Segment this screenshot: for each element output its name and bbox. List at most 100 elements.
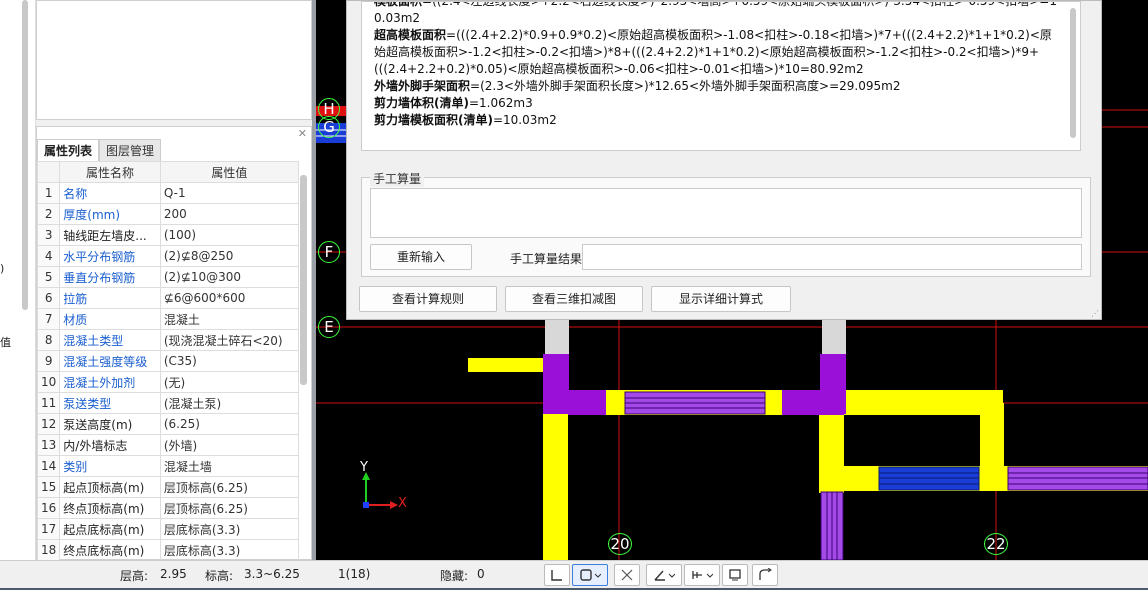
property-value[interactable]: 混凝土 bbox=[159, 308, 300, 330]
property-value[interactable]: 层顶标高(6.25) bbox=[159, 476, 300, 498]
property-name: 垂直分布钢筋 bbox=[59, 266, 161, 288]
property-scrollbar[interactable] bbox=[300, 175, 307, 385]
property-value[interactable]: 层顶标高(6.25) bbox=[159, 497, 300, 519]
property-name: 名称 bbox=[59, 182, 161, 204]
row-number: 16 bbox=[36, 497, 61, 519]
view-calc-rules-button[interactable]: 查看计算规则 bbox=[359, 286, 497, 312]
manual-calc-group: 手工算量 重新输入 手工算量结果= bbox=[361, 170, 1091, 277]
selection-count: 1(18) bbox=[338, 567, 371, 581]
calc-line-label: 剪力墙体积(清单) bbox=[374, 96, 469, 110]
property-value[interactable]: ⊈6@600*600 bbox=[159, 287, 300, 309]
property-value[interactable]: Q-1 bbox=[159, 182, 300, 204]
calc-line-text: =((2.4<左边线长度>+2.2<右边线长度>)*2.95<墙高>+0.59<… bbox=[374, 1, 1057, 25]
table-row[interactable]: 18 终点底标高(m) 层底标高(3.3) bbox=[36, 539, 300, 561]
property-value[interactable]: (2)⊈8@250 bbox=[159, 245, 300, 267]
dimension-icon[interactable] bbox=[684, 564, 720, 586]
manual-calc-title: 手工算量 bbox=[370, 170, 425, 187]
table-row[interactable]: 11 泵送类型 (混凝土泵) bbox=[36, 392, 300, 414]
table-row[interactable]: 9 混凝土强度等级 (C35) bbox=[36, 350, 300, 372]
property-value[interactable]: 层底标高(3.3) bbox=[159, 539, 300, 561]
angle-icon[interactable] bbox=[646, 564, 682, 586]
table-row[interactable]: 17 起点底标高(m) 层底标高(3.3) bbox=[36, 518, 300, 540]
tab-property-list[interactable]: 属性列表 bbox=[37, 139, 100, 161]
reenter-button[interactable]: 重新输入 bbox=[370, 244, 472, 270]
row-number: 4 bbox=[36, 245, 61, 267]
resize-grip-icon[interactable]: ⋰ bbox=[1091, 309, 1099, 318]
status-bar: 层高: 2.95 标高: 3.3~6.25 1(18) 隐藏: 0 bbox=[0, 560, 1148, 590]
property-name: 混凝土类型 bbox=[59, 329, 161, 351]
table-row[interactable]: 16 终点顶标高(m) 层顶标高(6.25) bbox=[36, 497, 300, 519]
property-value[interactable]: (无) bbox=[159, 371, 300, 393]
table-row[interactable]: 5 垂直分布钢筋 (2)⊈10@300 bbox=[36, 266, 300, 288]
property-value[interactable]: (外墙) bbox=[159, 434, 300, 456]
row-number: 6 bbox=[36, 287, 61, 309]
property-name: 泵送类型 bbox=[59, 392, 161, 414]
orthogonal-icon[interactable] bbox=[544, 564, 570, 586]
property-value[interactable]: 层底标高(3.3) bbox=[159, 518, 300, 540]
table-row[interactable]: 14 类别 混凝土墙 bbox=[36, 455, 300, 477]
property-value[interactable]: (2)⊈10@300 bbox=[159, 266, 300, 288]
manual-calc-input[interactable] bbox=[370, 188, 1082, 238]
property-value[interactable]: 200 bbox=[159, 203, 300, 225]
arc-icon[interactable] bbox=[752, 564, 778, 586]
display-icon[interactable] bbox=[722, 564, 748, 586]
table-row[interactable]: 4 水平分布钢筋 (2)⊈8@250 bbox=[36, 245, 300, 267]
property-value[interactable]: (混凝土泵) bbox=[159, 392, 300, 414]
property-value[interactable]: (C35) bbox=[159, 350, 300, 372]
table-row[interactable]: 15 起点顶标高(m) 层顶标高(6.25) bbox=[36, 476, 300, 498]
header-name: 属性名称 bbox=[59, 161, 161, 183]
calc-line-text: =(2.3<外墙外脚手架面积长度>)*12.65<外墙外脚手架面积高度>=29.… bbox=[470, 79, 901, 93]
cross-icon[interactable] bbox=[614, 564, 640, 586]
calc-line-label: 超高模板面积 bbox=[374, 28, 447, 42]
row-number: 8 bbox=[36, 329, 61, 351]
table-row[interactable]: 12 泵送高度(m) (6.25) bbox=[36, 413, 300, 435]
row-number: 12 bbox=[36, 413, 61, 435]
calc-scrollbar[interactable] bbox=[1070, 8, 1076, 138]
calculation-dialog: 模板面积=((2.4<左边线长度>+2.2<右边线长度>)*2.95<墙高>+0… bbox=[346, 0, 1102, 320]
table-row[interactable]: 6 拉筋 ⊈6@600*600 bbox=[36, 287, 300, 309]
property-value[interactable]: (6.25) bbox=[159, 413, 300, 435]
hidden-value: 0 bbox=[477, 567, 485, 581]
hidden-label: 隐藏: bbox=[440, 569, 469, 583]
tab-layer-management[interactable]: 图层管理 bbox=[99, 139, 162, 161]
calc-line: 模板面积=((2.4<左边线长度>+2.2<右边线长度>)*2.95<墙高>+0… bbox=[374, 1, 1058, 27]
snap-icon[interactable] bbox=[572, 564, 608, 586]
row-number: 11 bbox=[36, 392, 61, 414]
property-value[interactable]: (100) bbox=[159, 224, 300, 246]
property-name: 内/外墙标志 bbox=[59, 434, 161, 456]
calc-line-text: =1.062m3 bbox=[468, 96, 533, 110]
property-name: 水平分布钢筋 bbox=[59, 245, 161, 267]
calc-line-text: =10.03m2 bbox=[492, 113, 557, 127]
calc-line: 超高模板面积=(((2.4+2.2)*0.9+0.9*0.2)<原始超高模板面积… bbox=[374, 27, 1058, 78]
property-tabs: 属性列表 图层管理 bbox=[37, 139, 162, 161]
axis-marker-f: F bbox=[318, 241, 340, 263]
table-row[interactable]: 10 混凝土外加剂 (无) bbox=[36, 371, 300, 393]
property-name: 类别 bbox=[59, 455, 161, 477]
view-3d-deduction-button[interactable]: 查看三维扣减图 bbox=[505, 286, 643, 312]
row-number: 14 bbox=[36, 455, 61, 477]
property-table: 属性名称 属性值 1 名称 Q-1 2 厚度(mm) 200 3 轴线距左墙皮... (100)… bbox=[36, 161, 300, 561]
table-row[interactable]: 7 材质 混凝土 bbox=[36, 308, 300, 330]
calc-line: 剪力墙体积(清单)=1.062m3 bbox=[374, 95, 1058, 112]
table-row[interactable]: 1 名称 Q-1 bbox=[36, 182, 300, 204]
manual-result-field[interactable] bbox=[582, 244, 1082, 270]
table-row[interactable]: 2 厚度(mm) 200 bbox=[36, 203, 300, 225]
elevation-label: 标高: bbox=[205, 569, 234, 583]
property-value[interactable]: (现浇混凝土碎石<20) bbox=[159, 329, 300, 351]
left-strip-scrollbar[interactable] bbox=[22, 0, 28, 310]
axis-marker-e: E bbox=[318, 316, 340, 338]
close-icon[interactable]: ✕ bbox=[298, 127, 307, 140]
y-axis-label: Y bbox=[360, 460, 368, 475]
table-row[interactable]: 8 混凝土类型 (现浇混凝土碎石<20) bbox=[36, 329, 300, 351]
property-value[interactable]: 混凝土墙 bbox=[159, 455, 300, 477]
row-number: 5 bbox=[36, 266, 61, 288]
property-name: 材质 bbox=[59, 308, 161, 330]
calc-lines: 模板面积=((2.4<左边线长度>+2.2<右边线长度>)*2.95<墙高>+0… bbox=[374, 1, 1058, 129]
property-name: 终点底标高(m) bbox=[59, 539, 161, 561]
calc-line: 剪力墙模板面积(清单)=10.03m2 bbox=[374, 112, 1058, 129]
show-detailed-formula-button[interactable]: 显示详细计算式 bbox=[651, 286, 791, 312]
table-row[interactable]: 13 内/外墙标志 (外墙) bbox=[36, 434, 300, 456]
axis-marker-22: 22 bbox=[984, 533, 1008, 555]
calc-formula-box: 模板面积=((2.4<左边线长度>+2.2<右边线长度>)*2.95<墙高>+0… bbox=[361, 1, 1081, 151]
table-row[interactable]: 3 轴线距左墙皮... (100) bbox=[36, 224, 300, 246]
